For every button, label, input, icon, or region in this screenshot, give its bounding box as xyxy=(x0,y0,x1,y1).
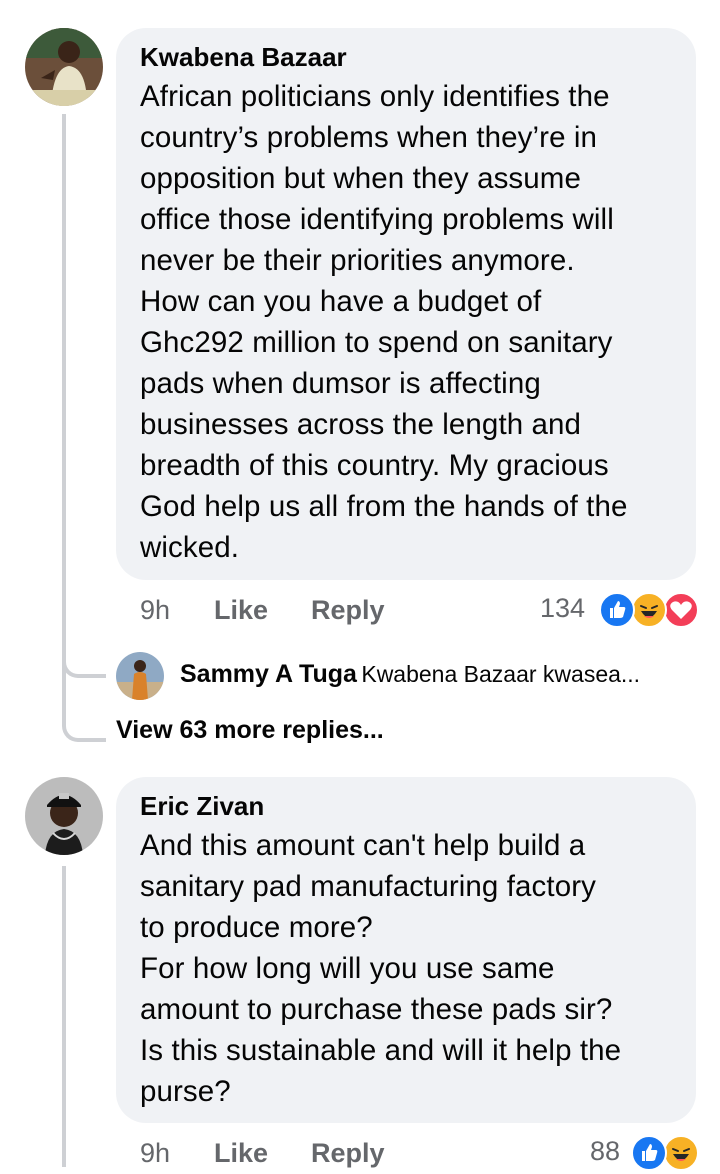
like-button[interactable]: Like xyxy=(214,594,268,626)
like-button[interactable]: Like xyxy=(214,1137,268,1169)
avatar[interactable] xyxy=(25,777,103,855)
reply-text: Kwabena Bazaar kwasea... xyxy=(361,661,641,687)
reaction-count[interactable]: 88 xyxy=(590,1135,620,1167)
thread-branch xyxy=(62,640,106,678)
reply-preview[interactable]: Sammy A Tuga Kwabena Bazaar kwasea... xyxy=(180,660,640,689)
profile-photo-eric xyxy=(25,777,103,855)
like-icon xyxy=(599,592,635,628)
view-more-replies-link[interactable]: View 63 more replies... xyxy=(116,716,384,745)
thread-line xyxy=(62,866,66,1167)
profile-photo-sammy xyxy=(116,652,164,700)
reply-button[interactable]: Reply xyxy=(311,594,385,626)
thread-line xyxy=(62,114,66,726)
reaction-count[interactable]: 134 xyxy=(540,592,585,624)
comment-author[interactable]: Eric Zivan xyxy=(140,791,672,821)
comment-time[interactable]: 9h xyxy=(140,594,170,626)
comment-bubble: Kwabena Bazaar African politicians only … xyxy=(116,28,696,580)
reply-button[interactable]: Reply xyxy=(311,1137,385,1169)
like-icon xyxy=(631,1135,667,1171)
profile-photo-kwabena xyxy=(25,28,103,106)
love-icon xyxy=(663,592,699,628)
haha-icon xyxy=(631,592,667,628)
comment-text: African politicians only identifies the … xyxy=(140,80,628,564)
comment-author[interactable]: Kwabena Bazaar xyxy=(140,42,672,72)
reply-avatar[interactable] xyxy=(116,652,164,700)
reply-author[interactable]: Sammy A Tuga xyxy=(180,660,357,688)
comment-text: And this amount can't help build a sanit… xyxy=(140,829,622,1108)
comment-bubble: Eric Zivan And this amount can't help bu… xyxy=(116,777,696,1123)
comment-time[interactable]: 9h xyxy=(140,1137,170,1169)
avatar[interactable] xyxy=(25,28,103,106)
haha-icon xyxy=(663,1135,699,1171)
thread-branch xyxy=(62,700,106,742)
